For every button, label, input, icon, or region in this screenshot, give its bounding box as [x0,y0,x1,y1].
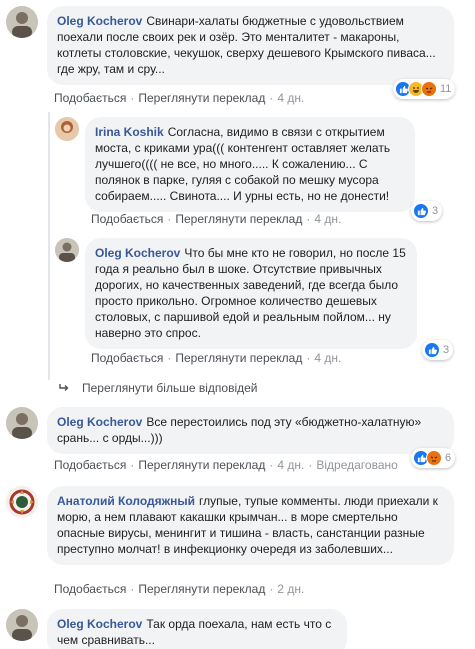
like-button[interactable]: Подобається [91,212,163,226]
like-button[interactable]: Подобається [54,91,126,105]
like-button[interactable]: Подобається [54,458,126,472]
comment-text: Что бы мне кто не говорил, но после 15 г… [95,246,406,340]
like-button[interactable]: Подобається [91,351,163,365]
comment: Oleg Kocherov Так орда поехала, нам есть … [6,609,347,649]
reactions-count: 6 [445,452,452,464]
comment-author[interactable]: Irina Koshik [95,125,164,139]
comment-bubble: Irina Koshik Согласна, видимо в связи с о… [85,117,415,212]
reply: Oleg Kocherov Что бы мне кто не говорил, … [55,238,417,349]
reply: Irina Koshik Согласна, видимо в связи с о… [55,117,415,212]
see-translation-button[interactable]: Переглянути переклад [138,91,265,105]
comment: Oleg Kocherov Свинари-халаты бюджетные с … [6,6,454,85]
avatar[interactable] [6,609,38,641]
comment-bubble: Oleg Kocherov Что бы мне кто не говорил, … [85,238,417,349]
timestamp[interactable]: 4 дн. [277,458,304,472]
view-more-replies-link[interactable]: Переглянути більше відповідей [58,381,257,395]
like-reaction-icon [424,342,440,358]
reply-arrow-icon [59,384,69,391]
like-reaction-icon [413,203,429,219]
view-more-replies-label: Переглянути більше відповідей [82,381,258,395]
reactions-count: 11 [440,83,452,95]
timestamp[interactable]: 4 дн. [314,351,341,365]
comment: Oleg Kocherov Все перестоились под эту «б… [6,407,454,454]
avatar[interactable] [6,6,38,38]
comment-author[interactable]: Oleg Kocherov [57,617,142,631]
reactions-summary[interactable]: 3 [411,201,443,221]
comment-author[interactable]: Oleg Kocherov [57,14,142,28]
comment: Анатолий Колодяжный глупые, тупые коммент… [6,486,454,565]
comment-bubble: Анатолий Колодяжный глупые, тупые коммент… [47,486,454,565]
reactions-summary[interactable]: 6 [411,448,456,468]
comment-author[interactable]: Oleg Kocherov [95,246,180,260]
comment-actions: Подобається · Переглянути переклад · 4 дн. [91,212,342,226]
avatar[interactable] [6,407,38,439]
see-translation-button[interactable]: Переглянути переклад [138,582,265,596]
reactions-summary[interactable]: 11 [393,79,456,99]
thread-line [48,112,50,380]
see-translation-button[interactable]: Переглянути переклад [138,458,265,472]
edited-label[interactable]: Відредаговано [316,458,397,472]
comment-actions: Подобається · Переглянути переклад · 2 дн. [54,582,305,596]
comment-actions: Подобається · Переглянути переклад · 4 дн. [54,91,305,105]
reactions-count: 3 [432,205,439,217]
avatar[interactable] [6,486,38,518]
angry-reaction-icon [426,450,442,466]
comment-actions: Подобається · Переглянути переклад · 4 дн. [91,351,342,365]
angry-reaction-icon [421,81,437,97]
reactions-summary[interactable]: 3 [422,340,454,360]
timestamp[interactable]: 4 дн. [277,91,304,105]
timestamp[interactable]: 4 дн. [314,212,341,226]
avatar[interactable] [55,117,79,141]
comment-author[interactable]: Oleg Kocherov [57,415,142,429]
comment-bubble: Oleg Kocherov Все перестоились под эту «б… [47,407,454,454]
reactions-count: 3 [443,344,450,356]
like-button[interactable]: Подобається [54,582,126,596]
comment-bubble: Oleg Kocherov Так орда поехала, нам есть … [47,609,347,649]
comment-actions: Подобається · Переглянути переклад · 4 дн. · В… [54,458,398,472]
see-translation-button[interactable]: Переглянути переклад [175,351,302,365]
timestamp[interactable]: 2 дн. [277,582,304,596]
avatar[interactable] [55,238,79,262]
comment-author[interactable]: Анатолий Колодяжный [57,494,195,508]
see-translation-button[interactable]: Переглянути переклад [175,212,302,226]
comment-bubble: Oleg Kocherov Свинари-халаты бюджетные с … [47,6,454,85]
